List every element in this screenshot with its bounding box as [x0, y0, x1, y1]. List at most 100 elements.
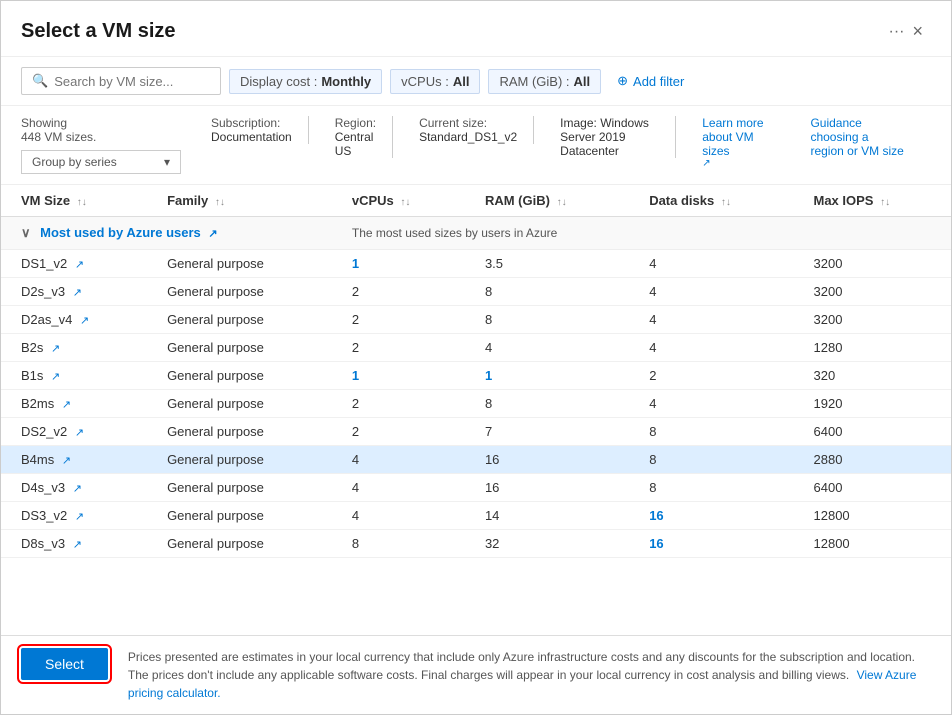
col-data-disks[interactable]: Data disks ↑↓: [629, 185, 793, 217]
select-button[interactable]: Select: [21, 648, 108, 680]
table-row[interactable]: D8s_v3 ↗ General purpose 8 32 16 12800: [1, 530, 951, 558]
sort-icon: ↑↓: [721, 197, 731, 208]
cell-disks: 2: [629, 362, 793, 390]
col-family[interactable]: Family ↑↓: [147, 185, 332, 217]
cell-iops: 3200: [794, 278, 952, 306]
vcpus-label: vCPUs :: [401, 74, 449, 89]
vm-trend-link[interactable]: ↗: [51, 343, 60, 355]
vm-size-dialog: Select a VM size ··· × 🔍 Display cost : …: [0, 0, 952, 715]
table-header: VM Size ↑↓ Family ↑↓ vCPUs ↑↓ RAM (GiB) …: [1, 185, 951, 217]
image-label: Image: Windows Server 2019 Datacenter: [560, 116, 659, 158]
cell-ram: 8: [465, 278, 629, 306]
close-button[interactable]: ×: [904, 17, 931, 46]
cell-family: General purpose: [147, 474, 332, 502]
table-body: ∨ Most used by Azure users ↗ The most us…: [1, 217, 951, 558]
cell-vcpus: 2: [332, 334, 465, 362]
cell-vm-name: B2s ↗: [1, 334, 147, 362]
col-max-iops[interactable]: Max IOPS ↑↓: [794, 185, 952, 217]
cell-vm-name: D4s_v3 ↗: [1, 474, 147, 502]
cell-ram: 8: [465, 390, 629, 418]
cell-vcpus: 2: [332, 418, 465, 446]
vm-trend-link[interactable]: ↗: [73, 287, 82, 299]
cell-vcpus: 4: [332, 446, 465, 474]
vm-trend-link[interactable]: ↗: [73, 539, 82, 551]
cell-iops: 2880: [794, 446, 952, 474]
table-row[interactable]: DS2_v2 ↗ General purpose 2 7 8 6400: [1, 418, 951, 446]
vm-trend-link[interactable]: ↗: [80, 315, 89, 327]
cell-vm-name: DS3_v2 ↗: [1, 502, 147, 530]
cell-vm-name: D8s_v3 ↗: [1, 530, 147, 558]
cell-disks: 16: [629, 530, 793, 558]
cell-family: General purpose: [147, 530, 332, 558]
vcpus-chip[interactable]: vCPUs : All: [390, 69, 480, 94]
display-cost-value: Monthly: [321, 74, 371, 89]
table-row[interactable]: DS1_v2 ↗ General purpose 1 3.5 4 3200: [1, 250, 951, 278]
region-value: Central US: [335, 130, 376, 158]
vm-trend-link[interactable]: ↗: [73, 483, 82, 495]
guidance-link[interactable]: Guidance choosing a region or VM size: [810, 116, 905, 158]
cell-iops: 320: [794, 362, 952, 390]
cell-vm-name: D2as_v4 ↗: [1, 306, 147, 334]
vm-trend-link[interactable]: ↗: [75, 259, 84, 271]
display-cost-chip[interactable]: Display cost : Monthly: [229, 69, 382, 94]
cell-disks: 4: [629, 390, 793, 418]
cell-ram: 7: [465, 418, 629, 446]
col-vcpus[interactable]: vCPUs ↑↓: [332, 185, 465, 217]
cell-vcpus: 2: [332, 390, 465, 418]
toolbar: 🔍 Display cost : Monthly vCPUs : All RAM…: [1, 57, 951, 106]
region-label: Region:: [335, 116, 376, 130]
showing-label: Showing 448 VM sizes.: [21, 116, 181, 144]
vm-trend-link[interactable]: ↗: [62, 455, 71, 467]
search-input[interactable]: [54, 74, 210, 89]
cell-disks: 16: [629, 502, 793, 530]
table-row[interactable]: D4s_v3 ↗ General purpose 4 16 8 6400: [1, 474, 951, 502]
group-by-dropdown[interactable]: Group by series ▾: [21, 150, 181, 174]
collapse-icon[interactable]: ∨: [21, 225, 31, 240]
vm-trend-link[interactable]: ↗: [75, 511, 84, 523]
cell-vcpus: 2: [332, 278, 465, 306]
table-row[interactable]: B2ms ↗ General purpose 2 8 4 1920: [1, 390, 951, 418]
info-bar: Showing 448 VM sizes. Group by series ▾ …: [1, 106, 951, 185]
current-size-label: Current size:: [419, 116, 517, 130]
vm-trend-link[interactable]: ↗: [51, 371, 60, 383]
col-ram[interactable]: RAM (GiB) ↑↓: [465, 185, 629, 217]
table-row[interactable]: D2as_v4 ↗ General purpose 2 8 4 3200: [1, 306, 951, 334]
vm-trend-link[interactable]: ↗: [62, 399, 71, 411]
cell-disks: 4: [629, 250, 793, 278]
cell-vm-name: B4ms ↗: [1, 446, 147, 474]
learn-more-link[interactable]: Learn more about VM sizes: [702, 116, 768, 158]
ellipsis-menu[interactable]: ···: [889, 23, 905, 41]
cell-family: General purpose: [147, 278, 332, 306]
cell-family: General purpose: [147, 390, 332, 418]
add-filter-button[interactable]: ⊕ Add filter: [609, 69, 692, 93]
cell-ram: 16: [465, 474, 629, 502]
table-row[interactable]: B4ms ↗ General purpose 4 16 8 2880: [1, 446, 951, 474]
vcpus-value: All: [453, 74, 470, 89]
table-row[interactable]: B1s ↗ General purpose 1 1 2 320: [1, 362, 951, 390]
cell-disks: 8: [629, 474, 793, 502]
table-row[interactable]: B2s ↗ General purpose 2 4 4 1280: [1, 334, 951, 362]
footer: Select Prices presented are estimates in…: [1, 635, 951, 714]
cell-disks: 4: [629, 306, 793, 334]
cell-iops: 6400: [794, 418, 952, 446]
ram-chip[interactable]: RAM (GiB) : All: [488, 69, 601, 94]
search-box[interactable]: 🔍: [21, 67, 221, 95]
table-row[interactable]: D2s_v3 ↗ General purpose 2 8 4 3200: [1, 278, 951, 306]
add-filter-label: Add filter: [633, 74, 684, 89]
cell-vcpus: 1: [332, 250, 465, 278]
cell-vcpus: 1: [332, 362, 465, 390]
cell-iops: 3200: [794, 306, 952, 334]
sort-icon: ↑↓: [557, 197, 567, 208]
cell-vm-name: DS1_v2 ↗: [1, 250, 147, 278]
table-row[interactable]: DS3_v2 ↗ General purpose 4 14 16 12800: [1, 502, 951, 530]
col-vm-size[interactable]: VM Size ↑↓: [1, 185, 147, 217]
sort-icon: ↑↓: [215, 197, 225, 208]
footer-note-text: Prices presented are estimates in your l…: [128, 650, 915, 682]
subscription-value: Documentation: [211, 130, 292, 144]
group-row: ∨ Most used by Azure users ↗ The most us…: [1, 217, 951, 250]
vm-trend-link[interactable]: ↗: [75, 427, 84, 439]
cell-vcpus: 4: [332, 502, 465, 530]
cell-family: General purpose: [147, 418, 332, 446]
vm-table-container: VM Size ↑↓ Family ↑↓ vCPUs ↑↓ RAM (GiB) …: [1, 185, 951, 635]
cell-iops: 6400: [794, 474, 952, 502]
